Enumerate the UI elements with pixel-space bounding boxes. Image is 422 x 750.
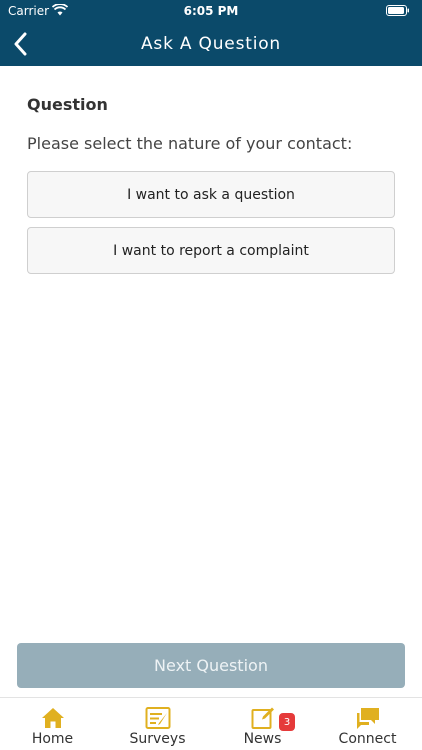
home-icon [41, 708, 64, 728]
tab-label: News [243, 731, 282, 747]
tab-label: Home [31, 731, 74, 747]
contact-prompt: Please select the nature of your contact… [27, 134, 353, 153]
battery-icon [386, 5, 409, 16]
tab-bar: Home Surveys 3 News Connect [0, 697, 422, 750]
news-icon [251, 707, 274, 729]
tab-home[interactable]: Home [0, 698, 105, 750]
tab-label: Connect [338, 731, 397, 747]
status-bar: Carrier 6:05 PM [0, 0, 422, 22]
status-time: 6:05 PM [183, 4, 239, 18]
tab-news[interactable]: 3 News [210, 698, 315, 750]
page-title: Ask A Question [140, 34, 281, 54]
news-badge: 3 [279, 713, 295, 731]
tab-surveys[interactable]: Surveys [105, 698, 210, 750]
tab-label: Surveys [129, 731, 186, 747]
chat-icon [356, 708, 379, 729]
survey-icon [145, 707, 170, 729]
next-question-button[interactable]: Next Question [17, 643, 405, 688]
tab-connect[interactable]: Connect [315, 698, 420, 750]
ask-question-option[interactable]: I want to ask a question [27, 171, 395, 218]
report-complaint-option[interactable]: I want to report a complaint [27, 227, 395, 274]
section-title: Question [27, 95, 108, 114]
app-header: Carrier 6:05 PM Ask A Question [0, 0, 422, 66]
